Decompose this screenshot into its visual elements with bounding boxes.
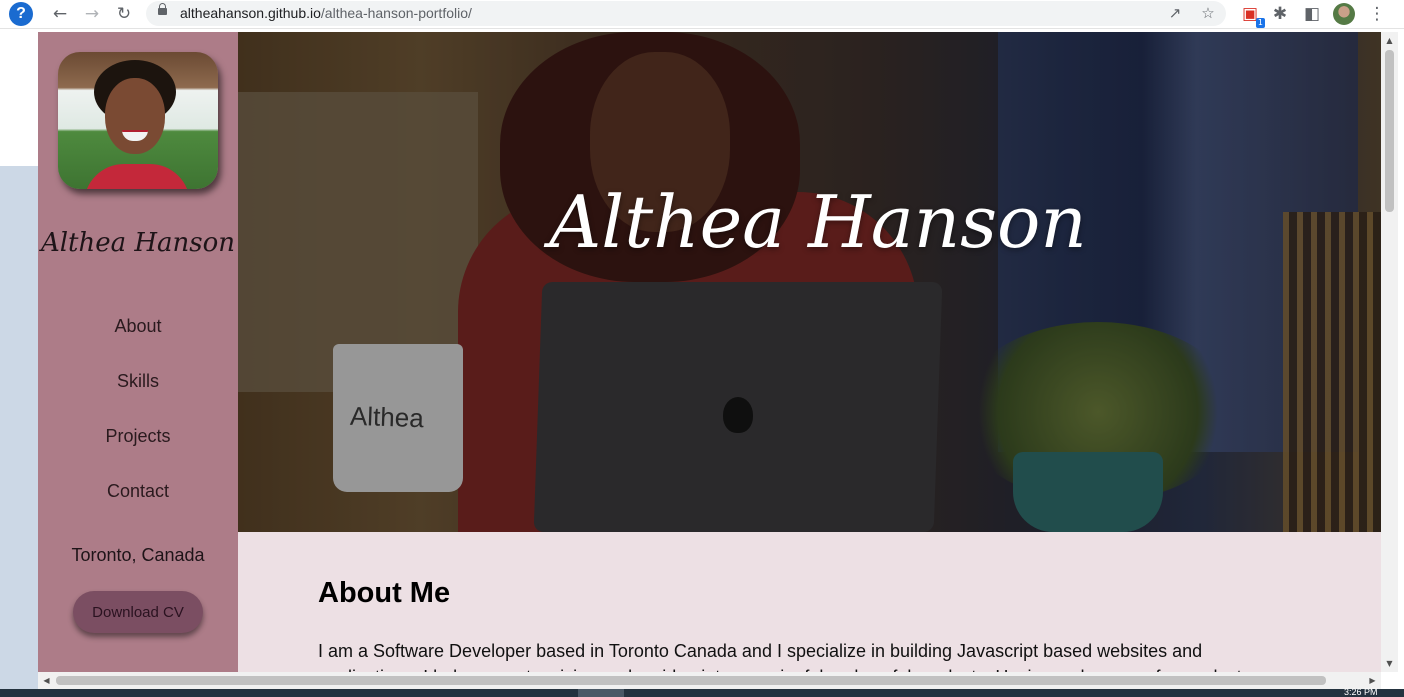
about-text: I am a Software Developer based in Toron… xyxy=(318,641,1242,672)
star-bookmark-icon[interactable]: ☆ xyxy=(1197,2,1219,24)
hero-title: Althea Hanson xyxy=(549,180,1087,264)
os-taskbar: 3:26 PM xyxy=(0,687,1404,697)
address-bar[interactable]: altheahanson.github.io/althea-hanson-por… xyxy=(146,1,1226,26)
sidebar-name: Althea Hanson xyxy=(40,228,236,258)
forward-arrow-icon[interactable]: → xyxy=(80,2,104,26)
browser-toolbar: ? ← → ↻ altheahanson.github.io/althea-ha… xyxy=(0,0,1404,29)
photo-body xyxy=(84,164,190,189)
scroll-left-arrow-icon[interactable]: ◀ xyxy=(38,672,55,689)
profile-avatar-icon[interactable] xyxy=(1333,3,1355,25)
nav-link-skills[interactable]: Skills xyxy=(38,371,238,392)
help-icon[interactable]: ? xyxy=(9,2,33,26)
taskbar-app-button[interactable] xyxy=(578,689,624,697)
download-cv-button[interactable]: Download CV xyxy=(73,591,203,633)
nav-link-projects[interactable]: Projects xyxy=(38,426,238,447)
about-section: About Me I am a Software Developer based… xyxy=(238,532,1381,672)
scroll-down-arrow-icon[interactable]: ▼ xyxy=(1381,655,1398,672)
puzzle-extensions-icon[interactable]: ✱ xyxy=(1268,2,1292,26)
extension-icon[interactable]: ▣ 1 xyxy=(1238,2,1265,28)
taskbar-clock: 3:26 PM xyxy=(1344,687,1378,697)
url-text: altheahanson.github.io/althea-hanson-por… xyxy=(180,5,472,21)
horizontal-scrollbar-thumb[interactable] xyxy=(56,676,1326,685)
nav-link-about[interactable]: About xyxy=(38,316,238,337)
left-gutter xyxy=(0,166,38,697)
horizontal-scrollbar[interactable]: ◀ ▶ xyxy=(38,672,1381,689)
hero-overlay xyxy=(238,32,1381,532)
vertical-scrollbar[interactable]: ▲ ▼ xyxy=(1381,32,1398,672)
reload-icon[interactable]: ↻ xyxy=(112,2,136,26)
profile-photo xyxy=(58,52,218,189)
scroll-up-arrow-icon[interactable]: ▲ xyxy=(1381,32,1398,49)
url-host: altheahanson.github.io xyxy=(180,5,321,21)
vertical-scrollbar-thumb[interactable] xyxy=(1385,50,1394,212)
hero-banner: Althea Althea Hanson xyxy=(238,32,1381,532)
back-arrow-icon[interactable]: ← xyxy=(48,2,72,26)
nav-link-contact[interactable]: Contact xyxy=(38,481,238,502)
side-panel-icon[interactable]: ◧ xyxy=(1300,2,1324,26)
lock-icon[interactable] xyxy=(158,3,167,15)
extension-badge: 1 xyxy=(1255,18,1265,28)
about-heading: About Me xyxy=(318,577,451,609)
photo-face xyxy=(105,78,165,154)
left-gutter-top xyxy=(0,29,38,166)
location-text: Toronto, Canada xyxy=(71,545,205,565)
more-menu-icon[interactable]: ⋮ xyxy=(1365,2,1389,26)
share-icon[interactable]: ↗ xyxy=(1164,2,1186,24)
page-viewport: Althea Hanson About Skills Projects Cont… xyxy=(0,29,1404,697)
sidebar: Althea Hanson About Skills Projects Cont… xyxy=(38,32,238,672)
url-path: /althea-hanson-portfolio/ xyxy=(320,5,472,21)
